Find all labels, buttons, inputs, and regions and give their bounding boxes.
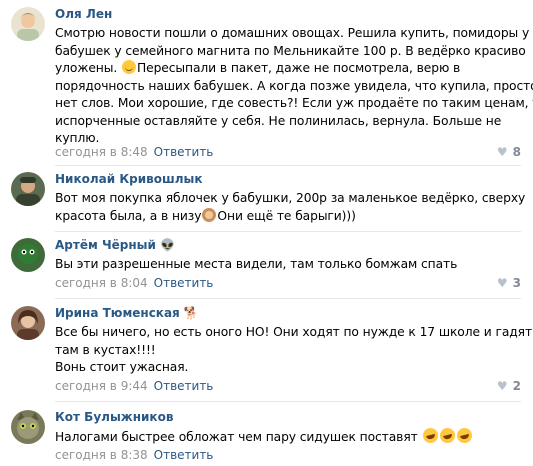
smile-emoji-icon	[121, 60, 136, 74]
monkey-emoji-icon	[202, 207, 217, 222]
divider	[55, 165, 521, 166]
alien-badge-icon: 👽	[159, 238, 175, 252]
divider	[55, 231, 521, 232]
comment-footer: сегодня в 9:44 Ответить ♥ 2	[55, 378, 521, 394]
like-count: 8	[512, 145, 521, 159]
reply-link[interactable]: Ответить	[154, 448, 214, 462]
timestamp[interactable]: сегодня в 8:38	[55, 448, 148, 462]
heart-icon: ♥	[496, 145, 508, 159]
divider	[55, 298, 521, 299]
timestamp[interactable]: сегодня в 9:44	[55, 379, 148, 393]
comment-text: Вы эти разрешенные места видели, там тол…	[55, 257, 458, 271]
reply-link[interactable]: Ответить	[154, 145, 214, 159]
comment-text: Вот моя покупка яблочек у бабушки, 200р …	[55, 191, 526, 223]
comment-footer: сегодня в 8:48 Ответить ♥ 8	[55, 144, 521, 160]
reply-link[interactable]: Ответить	[154, 379, 214, 393]
comment-text: Налогами быстрее обложат чем пару сидуше…	[55, 426, 521, 447]
timestamp[interactable]: сегодня в 8:48	[55, 145, 148, 159]
rofl-emoji-icon	[454, 426, 474, 445]
author-name[interactable]: Ирина Тюменская 🐕	[55, 305, 521, 321]
comment-meta: сегодня в 9:44 Ответить	[55, 378, 213, 394]
like-button[interactable]: ♥ 8	[497, 144, 521, 160]
author-name[interactable]: Николай Кривошлык	[55, 171, 521, 187]
comment-body: Николай Кривошлык Вот моя покупка яблоче…	[55, 171, 526, 225]
avatar[interactable]	[11, 7, 45, 41]
like-button[interactable]: ♥ 3	[497, 275, 521, 291]
heart-icon: ♥	[496, 276, 508, 290]
heart-icon: ♥	[496, 379, 508, 393]
comment-body: Артём Чёрный 👽 Вы эти разрешенные места в…	[55, 237, 521, 274]
timestamp[interactable]: сегодня в 8:04	[55, 276, 148, 290]
comment-body: Ирина Тюменская 🐕 Все бы ничего, но есть …	[55, 305, 533, 377]
avatar[interactable]	[11, 410, 45, 444]
dog-badge-icon: 🐕	[183, 306, 199, 320]
comment-text: Смотрю новости пошли о домашних овощах. …	[55, 26, 533, 145]
comment-meta: сегодня в 8:04 Ответить	[55, 275, 213, 291]
like-count: 3	[512, 276, 521, 290]
like-button[interactable]: ♥ 2	[497, 378, 521, 394]
comment-meta: сегодня в 8:38 Ответить	[55, 447, 213, 463]
author-name[interactable]: Оля Лен	[55, 6, 521, 22]
comment-meta: сегодня в 8:48 Ответить	[55, 144, 213, 160]
like-count: 2	[512, 379, 521, 393]
divider	[55, 401, 521, 402]
author-name[interactable]: Кот Булыжников	[55, 409, 521, 425]
avatar[interactable]	[11, 238, 45, 272]
avatar[interactable]	[11, 172, 45, 206]
comment-footer: сегодня в 8:38 Ответить	[55, 447, 521, 463]
rofl-emoji-icon	[420, 426, 440, 445]
reply-link[interactable]: Ответить	[154, 276, 214, 290]
comment-text: Все бы ничего, но есть оного НО! Они ход…	[55, 325, 533, 374]
comment-body: Кот Булыжников Налогами быстрее обложат …	[55, 409, 521, 447]
comment-body: Оля Лен Смотрю новости пошли о домашних …	[55, 6, 533, 148]
comment-footer: сегодня в 8:04 Ответить ♥ 3	[55, 275, 521, 291]
rofl-emoji-icon	[437, 426, 457, 445]
avatar[interactable]	[11, 306, 45, 340]
author-name[interactable]: Артём Чёрный 👽	[55, 237, 521, 253]
